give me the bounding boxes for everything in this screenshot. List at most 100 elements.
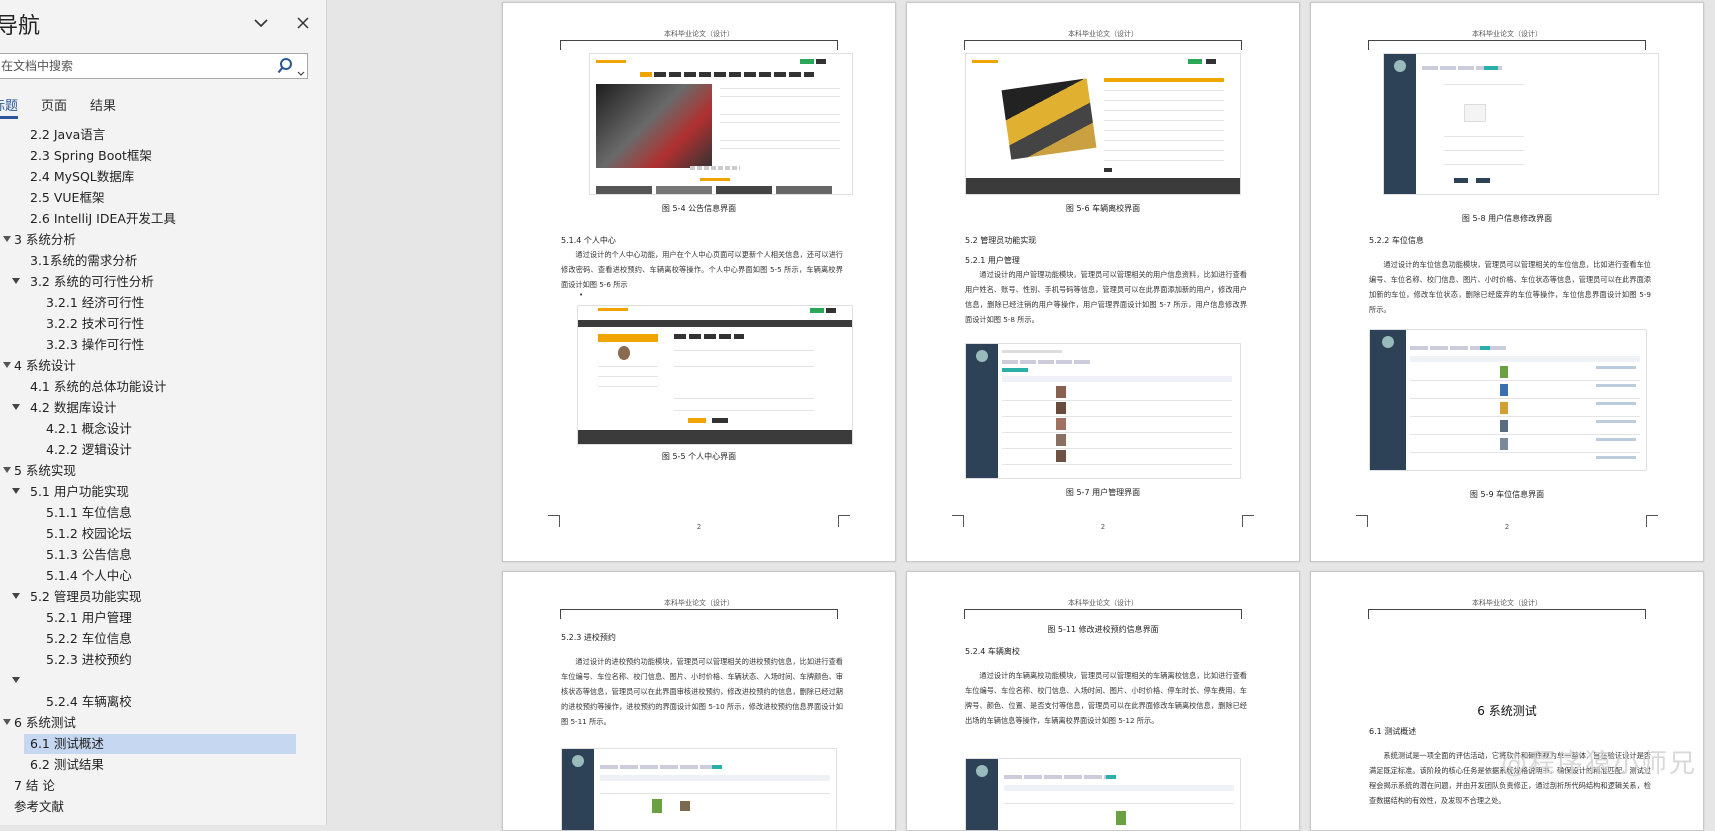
nav-heading-item[interactable]: 5.1.4 个人中心 (0, 566, 326, 586)
expand-caret-icon[interactable] (3, 236, 11, 242)
nav-heading-label: 5.2.3 进校预约 (46, 652, 132, 667)
page-header: 本科毕业论文（设计） (664, 30, 734, 38)
header-rule (1368, 609, 1646, 619)
nav-heading-label: 5 系统实现 (14, 463, 76, 478)
nav-heading-item[interactable]: 7 结 论 (0, 776, 326, 796)
document-page[interactable]: 本科毕业论文（设计） 图 5-8 用户信息修改界面 5.2.2 车位信息 通过设… (1310, 2, 1704, 562)
nav-heading-item[interactable]: 4.2.2 逻辑设计 (0, 440, 326, 460)
document-page[interactable]: 本科毕业论文（设计） 图 5-11 修改进校预约信息界面 5.2.4 车辆离校 … (906, 571, 1300, 831)
nav-heading-label: 2.2 Java语言 (30, 127, 106, 142)
nav-heading-label: 7 结 论 (14, 778, 55, 793)
screenshot-user-management (965, 343, 1241, 479)
expand-caret-icon[interactable] (12, 677, 20, 683)
nav-heading-item[interactable]: 5.2.4 车辆离校 (0, 692, 326, 712)
screenshot-user-edit (1383, 53, 1659, 195)
expand-caret-icon[interactable] (12, 488, 20, 494)
nav-heading-label: 3.2.3 操作可行性 (46, 337, 145, 352)
figure-caption: 图 5-8 用户信息修改界面 (1461, 214, 1553, 223)
nav-heading-label: 2.3 Spring Boot框架 (30, 148, 152, 163)
nav-heading-item[interactable]: 6 系统测试 (0, 713, 326, 733)
expand-caret-icon[interactable] (3, 719, 11, 725)
search-icon[interactable] (277, 57, 293, 79)
tab-pages[interactable]: 页面 (41, 95, 67, 114)
nav-heading-item[interactable]: 4.2.1 概念设计 (0, 419, 326, 439)
nav-heading-item[interactable]: 5.2.2 车位信息 (0, 629, 326, 649)
expand-caret-icon[interactable] (3, 467, 11, 473)
nav-heading-item[interactable]: 4.2 数据库设计 (0, 398, 326, 418)
nav-heading-item[interactable]: 2.6 IntelliJ IDEA开发工具 (0, 209, 326, 229)
section-heading: 5.2.3 进校预约 (561, 633, 616, 642)
nav-heading-item[interactable]: 5 系统实现 (0, 461, 326, 481)
search-options-chevron-icon[interactable] (297, 62, 305, 81)
page-header: 本科毕业论文（设计） (1472, 30, 1542, 38)
nav-heading-item[interactable]: 5.2.1 用户管理 (0, 608, 326, 628)
nav-heading-item[interactable]: 3.2.3 操作可行性 (0, 335, 326, 355)
document-page[interactable]: 本科毕业论文（设计） 5.2.3 进校预约 通过设计的进校预约功能模块，管理员可… (502, 571, 896, 831)
nav-heading-label: 3.2.1 经济可行性 (46, 295, 145, 310)
screenshot-vehicle-leave (965, 53, 1241, 195)
document-page[interactable]: 本科毕业论文（设计） 图 5-6 车辆离校界面 5.2 管理员功能实现 5.2.… (906, 2, 1300, 562)
nav-heading-item[interactable]: 3.1系统的需求分析 (0, 251, 326, 271)
watermark: @程序猿小师兄 (1500, 749, 1697, 779)
header-rule (560, 609, 838, 619)
search-input[interactable] (0, 54, 269, 78)
nav-heading-item[interactable]: 5.2 管理员功能实现 (0, 587, 326, 607)
nav-heading-item[interactable]: 3 系统分析 (0, 230, 326, 250)
nav-heading-label: 参考文献 (14, 799, 65, 814)
nav-heading-item[interactable]: 5.1.1 车位信息 (0, 503, 326, 523)
nav-heading-item[interactable]: 5.1 用户功能实现 (0, 482, 326, 502)
header-rule (560, 40, 838, 50)
nav-heading-item[interactable]: 5.2.3 进校预约 (0, 650, 326, 670)
nav-heading-item[interactable]: 6.1 测试概述 (0, 734, 326, 754)
document-page[interactable]: 本科毕业论文（设计） 6 系统测试 6.1 测试概述 系统测试是一项全面的评估活… (1310, 571, 1704, 831)
nav-heading-label: 2.6 IntelliJ IDEA开发工具 (30, 211, 176, 226)
close-icon[interactable] (292, 12, 314, 34)
nav-heading-item[interactable]: 5.1.2 校园论坛 (0, 524, 326, 544)
expand-caret-icon[interactable] (12, 593, 20, 599)
section-heading: 5.2 管理员功能实现 (965, 236, 1037, 245)
nav-heading-label: 4.2.2 逻辑设计 (46, 442, 132, 457)
nav-heading-label: 5.2.1 用户管理 (46, 610, 132, 625)
figure-caption: 图 5-5 个人中心界面 (661, 452, 737, 461)
document-page[interactable]: 本科毕业论文（设计） 图 5-4 公告信息界面 5.1.4 个人中心 通过设计的… (502, 2, 896, 562)
nav-heading-item[interactable]: 2.5 VUE框架 (0, 188, 326, 208)
screenshot-parking-info (1369, 329, 1647, 471)
nav-heading-label: 2.4 MySQL数据库 (30, 169, 135, 184)
nav-heading-label: 6.1 测试概述 (30, 736, 104, 751)
nav-heading-label: 6 系统测试 (14, 715, 76, 730)
nav-heading-item[interactable]: 2.4 MySQL数据库 (0, 167, 326, 187)
header-rule (1368, 40, 1646, 50)
nav-heading-item[interactable]: 4 系统设计 (0, 356, 326, 376)
nav-heading-label: 5.1.4 个人中心 (46, 568, 132, 583)
tab-results[interactable]: 结果 (90, 95, 116, 114)
expand-caret-icon[interactable] (12, 404, 20, 410)
nav-heading-item[interactable]: 参考文献 (0, 797, 326, 817)
nav-heading-item[interactable]: 3.2.2 技术可行性 (0, 314, 326, 334)
nav-heading-label: 3 系统分析 (14, 232, 76, 247)
nav-heading-item[interactable]: 2.2 Java语言 (0, 125, 326, 145)
page-header: 本科毕业论文（设计） (1068, 599, 1138, 607)
nav-heading-label: 4.2.1 概念设计 (46, 421, 132, 436)
nav-heading-label: 5.1.3 公告信息 (46, 547, 132, 562)
body-paragraph: 通过设计的用户管理功能模块，管理员可以管理相关的用户信息资料，比如进行查看用户姓… (965, 270, 1247, 324)
nav-heading-item[interactable]: 3.2.1 经济可行性 (0, 293, 326, 313)
nav-heading-item[interactable] (0, 671, 326, 691)
expand-caret-icon[interactable] (3, 362, 11, 368)
section-heading: 6.1 测试概述 (1369, 727, 1417, 736)
page-header: 本科毕业论文（设计） (664, 599, 734, 607)
nav-heading-label: 5.1.2 校园论坛 (46, 526, 132, 541)
nav-heading-item[interactable]: 5.1.3 公告信息 (0, 545, 326, 565)
body-paragraph: 通过设计的车辆离校功能模块，管理员可以管理相关的车辆离校信息，比如进行查看车位编… (965, 671, 1247, 725)
search-box (0, 53, 308, 79)
nav-heading-label: 3.2 系统的可行性分析 (30, 274, 154, 289)
nav-heading-label: 5.2 管理员功能实现 (30, 589, 142, 604)
nav-heading-item[interactable]: 2.3 Spring Boot框架 (0, 146, 326, 166)
tab-headings[interactable]: 标题 (0, 95, 19, 119)
nav-heading-item[interactable]: 4.1 系统的总体功能设计 (0, 377, 326, 397)
figure-caption: 图 5-6 车辆离校界面 (1065, 204, 1141, 213)
figure-caption: 图 5-7 用户管理界面 (1065, 488, 1141, 497)
chevron-down-icon[interactable] (250, 12, 272, 34)
nav-heading-item[interactable]: 6.2 测试结果 (0, 755, 326, 775)
nav-heading-item[interactable]: 3.2 系统的可行性分析 (0, 272, 326, 292)
expand-caret-icon[interactable] (12, 278, 20, 284)
